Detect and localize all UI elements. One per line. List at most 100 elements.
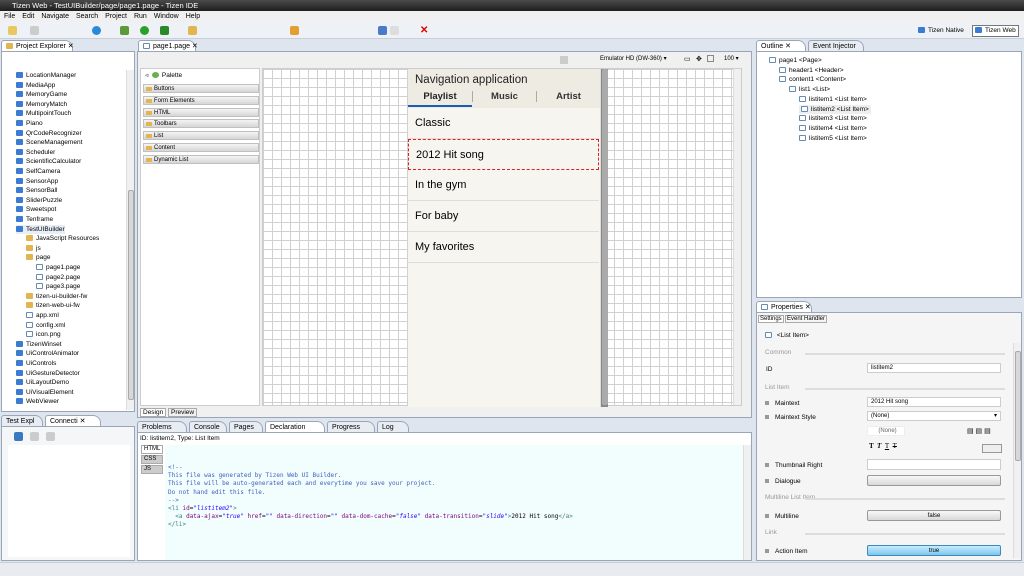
palette-group[interactable]: Dynamic List (143, 154, 259, 164)
tree-item[interactable]: MediaApp (16, 81, 55, 90)
list-item[interactable]: My favorites (408, 232, 599, 263)
outline-item[interactable]: listitem1 <List Item> (799, 95, 867, 104)
zoom-in-icon[interactable]: ✥ (696, 55, 702, 63)
tree-item[interactable]: TestUIBuilder (16, 224, 65, 234)
tab-problems[interactable]: Problems (137, 421, 187, 432)
tab-page1[interactable]: page1.page ✕ (138, 40, 198, 51)
perspective-tizen-web[interactable]: Tizen Web (972, 25, 1019, 37)
tab-project-explorer[interactable]: Project Explorer ✕ (1, 40, 74, 51)
open-folder-icon[interactable] (188, 26, 197, 35)
canvas-scrollbar[interactable] (733, 69, 741, 405)
tab-preview[interactable]: Preview (168, 408, 198, 417)
text-style-buttons[interactable]: T T T T (869, 442, 897, 450)
menu-help[interactable]: Help (186, 13, 200, 20)
design-canvas[interactable]: Navigation application Playlist Music Ar… (262, 68, 742, 407)
back-icon[interactable] (290, 26, 299, 35)
delete-icon[interactable]: ✕ (420, 26, 429, 36)
tab-playlist[interactable]: Playlist (408, 91, 472, 107)
tree-item[interactable]: SliderPuzzle (16, 196, 62, 205)
dialogue-button[interactable] (867, 475, 1001, 486)
action-item-toggle[interactable]: true (867, 545, 1001, 556)
tree-item[interactable]: UiVisualElement (16, 388, 74, 397)
list-item[interactable]: For baby (408, 201, 599, 232)
menu-search[interactable]: Search (76, 13, 98, 20)
tree-item[interactable]: Scheduler (16, 148, 55, 157)
run-icon[interactable] (140, 26, 149, 35)
tree-item[interactable]: icon.png (26, 330, 61, 339)
tree-item[interactable]: WebViewer (16, 397, 59, 406)
save-icon[interactable] (30, 26, 39, 35)
tree-item[interactable]: app.xml (26, 311, 59, 320)
tree-item[interactable]: js (26, 244, 41, 253)
list-item[interactable]: In the gym (408, 170, 599, 201)
tree-item[interactable]: config.xml (26, 321, 65, 330)
lang-html[interactable]: HTML (141, 445, 163, 454)
tree-item[interactable]: tizen-web-ui-fw (26, 301, 80, 310)
screen-rotate-icon[interactable] (560, 56, 568, 64)
id-field[interactable]: listitem2 (867, 363, 1001, 373)
align-buttons[interactable]: ▤ ▤ ▤ (967, 427, 991, 435)
tree-item[interactable]: MemoryGame (16, 90, 67, 99)
tree-item[interactable]: page2.page (36, 273, 80, 282)
menu-edit[interactable]: Edit (22, 13, 34, 20)
tab-pages[interactable]: Pages (229, 421, 263, 432)
outline-item[interactable]: listitem4 <List Item> (799, 124, 867, 133)
outline-item[interactable]: page1 <Page> (769, 56, 822, 65)
palette-group[interactable]: HTML (143, 107, 259, 117)
perspective-tizen-native[interactable]: Tizen Native (918, 25, 964, 36)
debug-icon[interactable] (120, 26, 129, 35)
new-icon[interactable] (8, 26, 17, 35)
device-scrollbar[interactable] (600, 69, 608, 407)
tab-declaration[interactable]: Declaration (265, 421, 325, 432)
menu-project[interactable]: Project (105, 13, 127, 20)
cut-icon[interactable] (378, 26, 387, 35)
connection-icon[interactable] (46, 432, 55, 441)
connection-icon[interactable] (30, 432, 39, 441)
palette-group[interactable]: Toolbars (143, 119, 259, 129)
tab-progress[interactable]: Progress (327, 421, 375, 432)
tree-item[interactable]: UiControls (16, 359, 56, 368)
tree-item[interactable]: MultipointTouch (16, 109, 71, 118)
tree-item[interactable]: tizen-ui-builder-fw (26, 292, 87, 301)
tree-item[interactable]: page1.page (36, 263, 80, 272)
tree-item[interactable]: MemoryMatch (16, 100, 67, 109)
menu-run[interactable]: Run (134, 13, 147, 20)
tree-item[interactable]: Sweetspot (16, 205, 56, 214)
palette-group[interactable]: Form Elements (143, 95, 259, 105)
tab-properties[interactable]: Properties ✕ (756, 301, 812, 312)
tab-log[interactable]: Log (377, 421, 409, 432)
tree-item[interactable]: LocationManager (16, 71, 76, 80)
tab-console[interactable]: Console (189, 421, 227, 432)
palette-group[interactable]: Content (143, 143, 259, 152)
tree-item[interactable]: SensorBall (16, 186, 57, 195)
tab-outline[interactable]: Outline ✕ (756, 40, 806, 51)
outline-item[interactable]: list1 <List> (789, 85, 830, 94)
multiline-toggle[interactable]: false (867, 510, 1001, 521)
menu-navigate[interactable]: Navigate (41, 13, 69, 20)
menu-file[interactable]: File (4, 13, 15, 20)
tab-design[interactable]: Design (140, 408, 167, 417)
tab-settings[interactable]: Settings (758, 315, 784, 323)
scrollbar[interactable] (126, 70, 134, 410)
zoom-out-icon[interactable]: ▭ (684, 55, 691, 63)
tab-event-injector[interactable]: Event Injector (808, 40, 864, 51)
list-item[interactable]: Classic (408, 108, 599, 139)
tree-item[interactable]: UiGestureDetector (16, 369, 80, 378)
color-picker[interactable] (982, 444, 1002, 453)
maintext-style-select[interactable]: (None) ▾ (867, 411, 1001, 421)
outline-item[interactable]: header1 <Header> (779, 66, 844, 75)
tizen-icon[interactable] (92, 26, 101, 35)
tree-item[interactable]: UiLayoutDemo (16, 378, 69, 387)
tab-test-explorer[interactable]: Test Expl (1, 415, 43, 426)
outline-item[interactable]: listitem2 <List Item> (799, 104, 871, 114)
font-select[interactable]: (None) (867, 426, 905, 436)
lang-css[interactable]: CSS (141, 455, 163, 464)
device-select[interactable]: Emulator HD (DW-360) ▾ (600, 55, 667, 62)
tree-item[interactable]: Piano (16, 119, 43, 128)
palette-group[interactable]: List (143, 131, 259, 141)
tree-item[interactable]: QrCodeRecognizer (16, 129, 82, 138)
outline-item[interactable]: listitem3 <List Item> (799, 114, 867, 123)
external-tools-icon[interactable] (160, 26, 169, 35)
tree-item[interactable]: SensorApp (16, 177, 58, 186)
tree-item[interactable]: page (26, 253, 50, 262)
